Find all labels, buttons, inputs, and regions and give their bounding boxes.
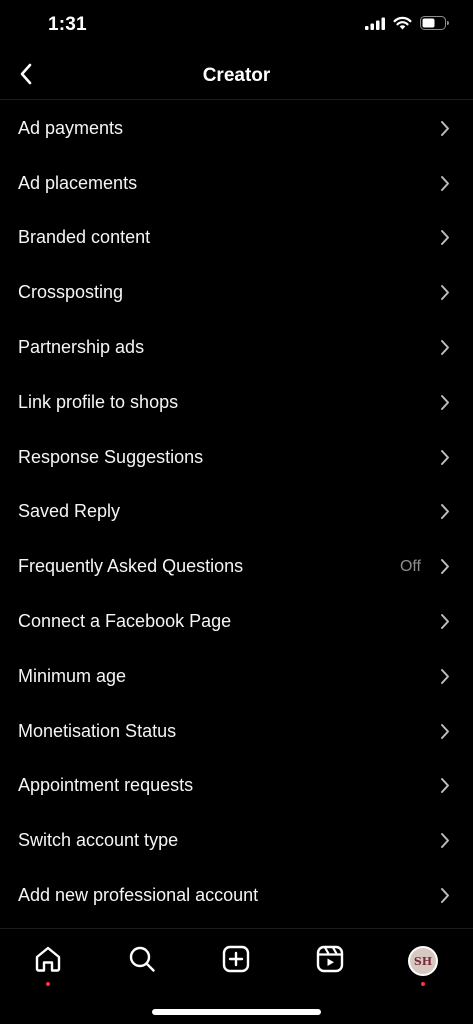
wifi-icon <box>393 16 412 35</box>
menu-item-label: Branded content <box>18 227 151 248</box>
menu-item[interactable]: Minimum age <box>0 649 473 704</box>
notification-dot <box>46 982 50 986</box>
reels-icon <box>316 945 344 978</box>
menu-item-label: Switch account type <box>18 830 179 851</box>
menu-item[interactable]: Crossposting <box>0 265 473 320</box>
menu-item-label: Frequently Asked Questions <box>18 556 244 577</box>
avatar: SH <box>408 946 438 976</box>
home-indicator <box>152 1009 321 1015</box>
menu-item[interactable]: Frequently Asked Questions Off <box>0 539 473 594</box>
menu-item[interactable]: Appointment requests <box>0 759 473 814</box>
menu-item-label: Appointment requests <box>18 775 194 796</box>
tab-home[interactable] <box>26 939 70 986</box>
menu-item-value: Off <box>399 557 421 575</box>
menu-item-label: Crossposting <box>18 282 124 303</box>
menu-item[interactable]: Response Suggestions <box>0 430 473 485</box>
tab-search[interactable] <box>120 939 164 983</box>
status-icons <box>365 16 449 35</box>
menu-item-label: Add new professional account <box>18 885 259 906</box>
chevron-right-icon <box>439 448 451 466</box>
menu-item[interactable]: Partnership ads <box>0 320 473 375</box>
chevron-right-icon <box>439 558 451 576</box>
page-title: Creator <box>202 65 271 86</box>
menu-item-label: Ad placements <box>18 172 138 193</box>
header: Creator <box>0 54 473 100</box>
menu-item[interactable]: Branded content <box>0 211 473 266</box>
menu-item[interactable]: Add new professional account <box>0 868 473 923</box>
menu-item[interactable]: Switch account type <box>0 813 473 868</box>
menu-item[interactable]: Connect a Facebook Page <box>0 594 473 649</box>
chevron-right-icon <box>439 667 451 685</box>
tab-profile[interactable]: SH <box>401 939 445 986</box>
chevron-right-icon <box>439 119 451 137</box>
notification-dot <box>421 982 425 986</box>
battery-icon <box>420 16 449 35</box>
menu-item-label: Minimum age <box>18 665 127 686</box>
creator-settings-list: Ad payments Ad placements Branded content C… <box>0 101 473 923</box>
menu-item-label: Response Suggestions <box>18 446 204 467</box>
menu-item-label: Saved Reply <box>18 501 121 522</box>
menu-item[interactable]: Saved Reply <box>0 485 473 540</box>
chevron-right-icon <box>439 503 451 521</box>
chevron-right-icon <box>439 284 451 302</box>
home-icon <box>34 945 62 978</box>
menu-item[interactable]: Monetisation Status <box>0 704 473 759</box>
menu-item[interactable]: Link profile to shops <box>0 375 473 430</box>
tab-reels[interactable] <box>308 939 352 983</box>
chevron-right-icon <box>439 832 451 850</box>
tab-create[interactable] <box>214 939 258 983</box>
cellular-signal-icon <box>365 17 385 35</box>
chevron-right-icon <box>439 722 451 740</box>
search-icon <box>128 945 156 978</box>
menu-item-label: Ad payments <box>18 117 124 138</box>
chevron-right-icon <box>439 339 451 357</box>
menu-item[interactable]: Ad placements <box>0 156 473 211</box>
create-post-icon <box>222 945 250 978</box>
status-time: 1:31 <box>48 14 87 35</box>
chevron-right-icon <box>439 887 451 905</box>
menu-item-label: Connect a Facebook Page <box>18 611 232 632</box>
menu-item[interactable]: Ad payments <box>0 101 473 156</box>
status-bar: 1:31 <box>0 0 473 54</box>
chevron-right-icon <box>439 174 451 192</box>
menu-item-label: Partnership ads <box>18 337 145 358</box>
chevron-right-icon <box>439 229 451 247</box>
menu-item-label: Link profile to shops <box>18 391 179 412</box>
menu-item-label: Monetisation Status <box>18 720 177 741</box>
chevron-right-icon <box>439 613 451 631</box>
chevron-right-icon <box>439 777 451 795</box>
chevron-right-icon <box>439 393 451 411</box>
